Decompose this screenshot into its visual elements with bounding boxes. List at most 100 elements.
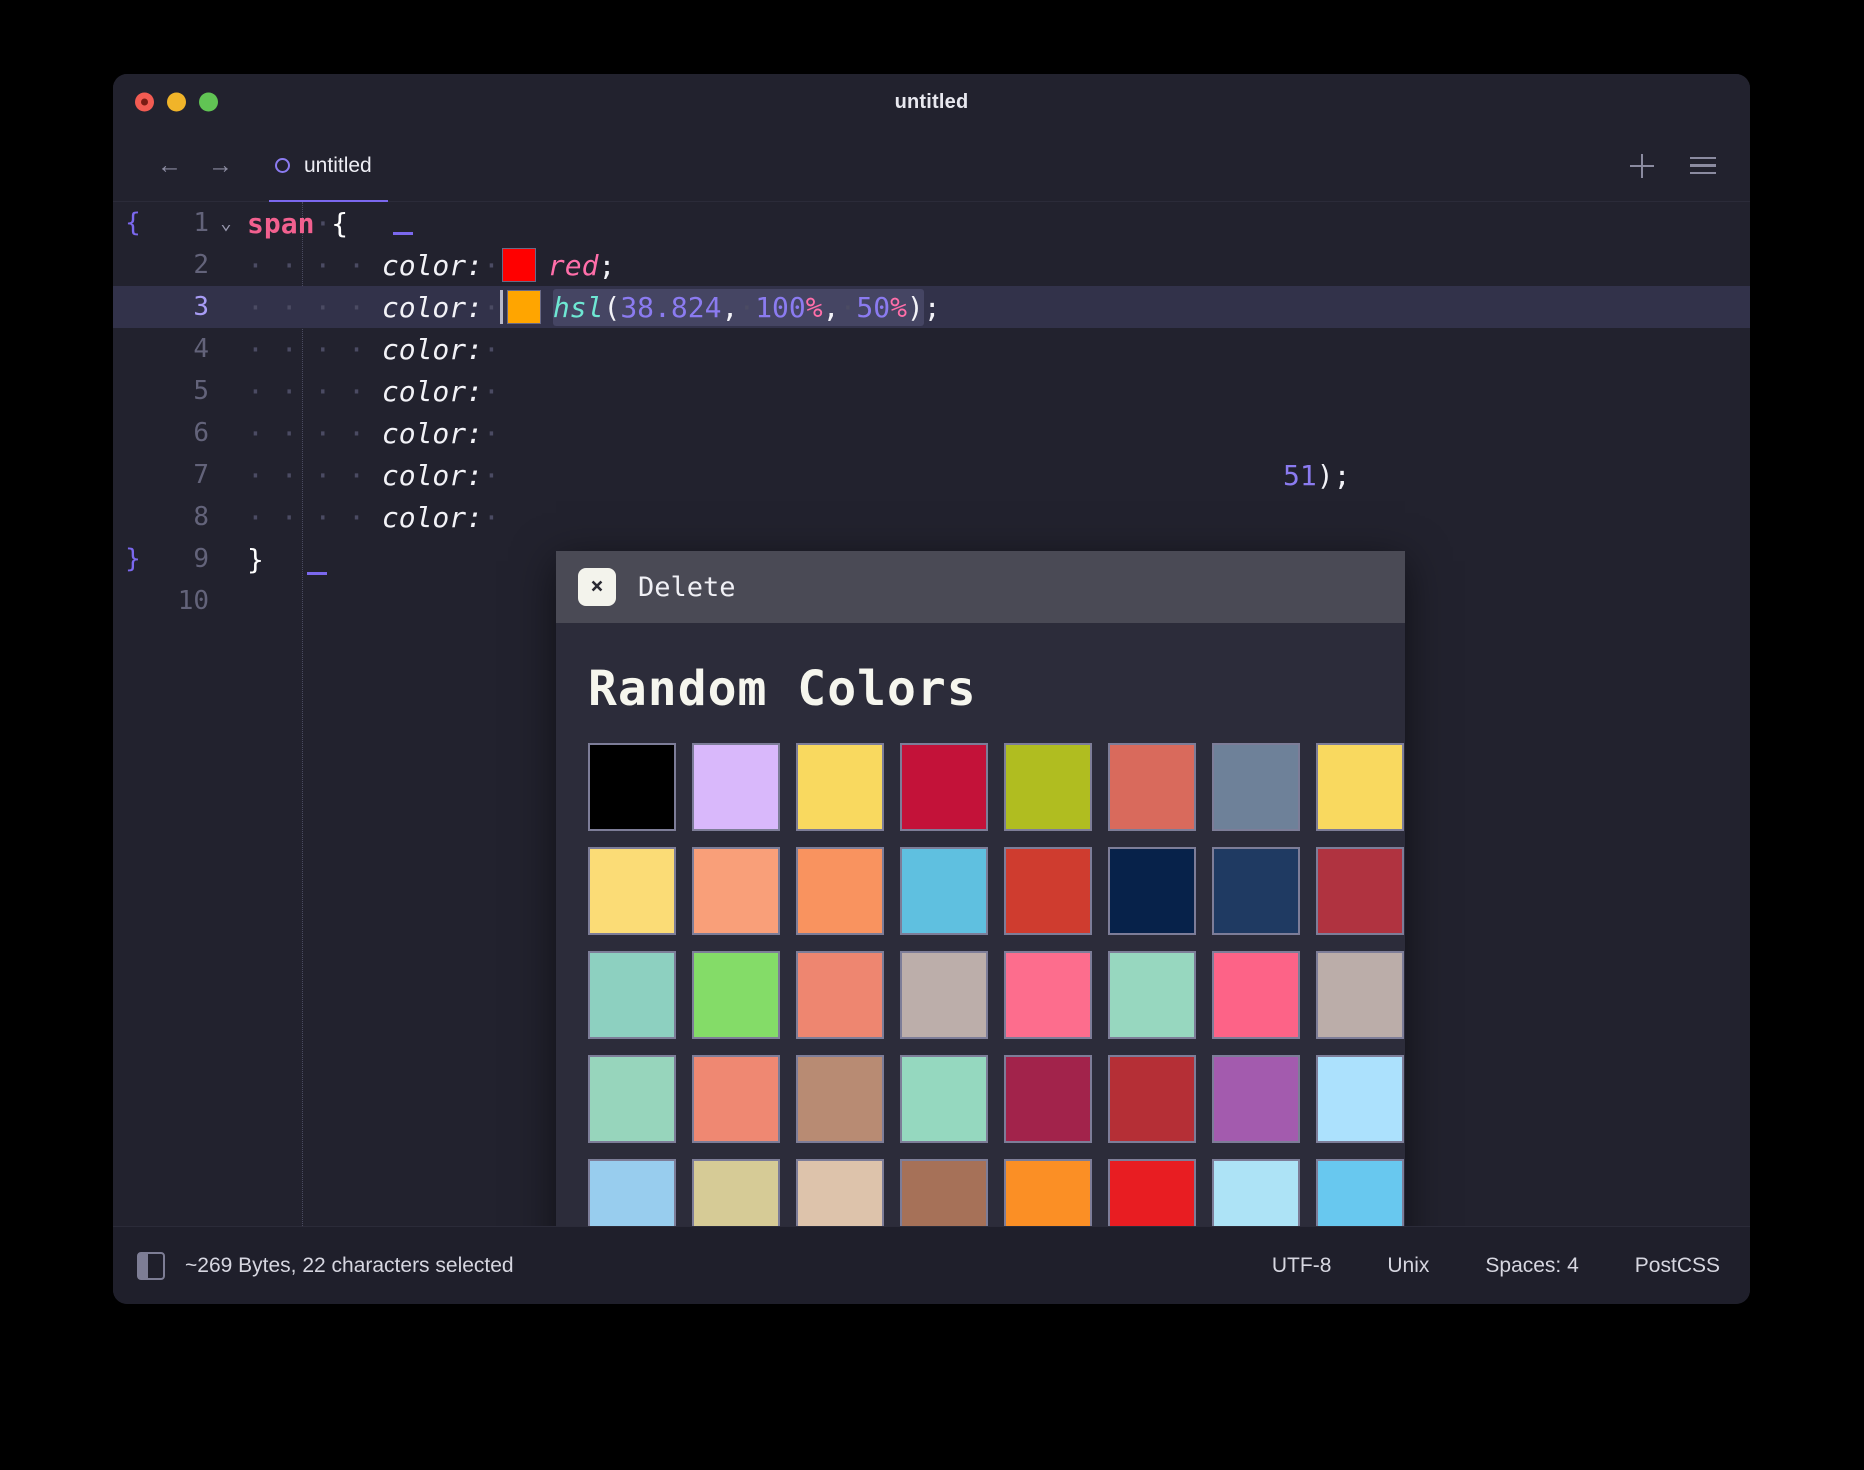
open-paren: ( [603, 291, 621, 324]
color-swatch[interactable] [1212, 847, 1300, 935]
color-swatch[interactable] [796, 1159, 884, 1226]
color-swatch[interactable] [692, 951, 780, 1039]
close-window-button[interactable] [135, 92, 154, 112]
color-swatch[interactable] [796, 951, 884, 1039]
fold-marker-close[interactable]: } [113, 544, 153, 574]
line-number: 3 [193, 292, 209, 322]
code-line[interactable]: 8 · · · · color:· [113, 496, 1750, 538]
color-swatch[interactable] [588, 847, 676, 935]
color-swatch[interactable] [1108, 1159, 1196, 1226]
code-line[interactable]: 7 · · · · color:· 51); [113, 454, 1750, 496]
indentation-label[interactable]: Spaces: 4 [1485, 1254, 1578, 1278]
css-property: color: [381, 458, 484, 492]
code-line[interactable]: 6 · · · · color:· [113, 412, 1750, 454]
color-swatch[interactable] [900, 1159, 988, 1226]
color-swatch[interactable] [1108, 1055, 1196, 1143]
code-content: · · · · color:· [243, 333, 500, 366]
color-swatch[interactable] [692, 847, 780, 935]
color-swatch[interactable] [1212, 1159, 1300, 1226]
code-line[interactable]: 2 · · · · color:· red; [113, 244, 1750, 286]
line-number: 6 [193, 418, 209, 448]
code-line[interactable]: 5 · · · · color:· [113, 370, 1750, 412]
color-swatch[interactable] [692, 743, 780, 831]
minimize-window-button[interactable] [167, 92, 186, 112]
hsl-hue: 38.824 [620, 291, 722, 324]
maximize-window-button[interactable] [199, 92, 218, 112]
indent-dots: · · · · [247, 291, 382, 324]
traffic-light-group [135, 92, 218, 112]
color-swatch[interactable] [1316, 1159, 1404, 1226]
color-swatch[interactable] [1004, 847, 1092, 935]
code-content: · · · · color:· red; [243, 248, 615, 282]
color-swatch[interactable] [796, 847, 884, 935]
new-tab-icon[interactable] [1630, 153, 1654, 178]
color-swatch[interactable] [900, 743, 988, 831]
color-swatch[interactable] [1316, 847, 1404, 935]
code-content: span·{ [243, 207, 348, 240]
code-content: · · · · color:· [243, 501, 500, 534]
color-swatch[interactable] [692, 1055, 780, 1143]
color-swatch[interactable] [588, 1159, 676, 1226]
line-ending-label[interactable]: Unix [1387, 1254, 1429, 1278]
color-swatch[interactable] [1108, 951, 1196, 1039]
color-swatch[interactable] [900, 1055, 988, 1143]
color-swatch[interactable] [588, 743, 676, 831]
popup-header: × Delete [556, 551, 1405, 623]
color-swatch[interactable] [1316, 951, 1404, 1039]
color-swatch[interactable] [1108, 743, 1196, 831]
desktop-background: untitled ← → untitled { 1 ⌄ span·{2 · ·… [0, 0, 1864, 1470]
sidebar-toggle-icon[interactable] [137, 1251, 165, 1280]
fold-marker-open[interactable]: { [113, 208, 153, 238]
color-swatch[interactable] [796, 743, 884, 831]
semicolon: ; [1333, 458, 1351, 492]
color-swatch[interactable] [588, 951, 676, 1039]
window-titlebar: untitled [113, 74, 1750, 130]
code-line-active[interactable]: 3 · · · · color:· hsl(38.824,·100%,·50%); [113, 286, 1750, 328]
matching-brace-underline [393, 232, 413, 235]
line-number: 1 [193, 208, 209, 238]
color-swatch[interactable] [1316, 1055, 1404, 1143]
chevron-down-icon[interactable]: ⌄ [209, 212, 243, 234]
whitespace-dot: · [738, 291, 756, 324]
editor-window: untitled ← → untitled { 1 ⌄ span·{2 · ·… [113, 74, 1750, 1304]
status-bar: ~269 Bytes, 22 characters selected UTF-8… [113, 1226, 1750, 1304]
indent-dots: · · · · [247, 416, 382, 450]
color-swatch[interactable] [1212, 743, 1300, 831]
tab-bar: ← → untitled [113, 130, 1750, 202]
color-swatch[interactable] [692, 1159, 780, 1226]
code-line[interactable]: 4 · · · · color:· [113, 328, 1750, 370]
comma: , [721, 291, 739, 324]
close-paren: ) [1316, 458, 1334, 492]
color-preview-swatch[interactable] [506, 290, 541, 324]
code-editor[interactable]: { 1 ⌄ span·{ 2 · · · · color:· red; 3 · ·… [113, 202, 1750, 1226]
color-preview-swatch[interactable] [501, 248, 536, 282]
color-swatch[interactable] [1212, 1055, 1300, 1143]
color-swatch[interactable] [1004, 951, 1092, 1039]
css-selector: span [247, 206, 315, 240]
hsl-saturation: 100 [755, 291, 806, 324]
syntax-label[interactable]: PostCSS [1635, 1254, 1720, 1278]
line-number: 8 [193, 502, 209, 532]
encoding-label[interactable]: UTF-8 [1272, 1254, 1332, 1278]
navigation-arrows: ← → [157, 153, 233, 178]
color-swatch[interactable] [796, 1055, 884, 1143]
css-property: color: [381, 249, 484, 282]
hsl-function-name: hsl [552, 291, 604, 324]
forward-arrow-icon[interactable]: → [208, 153, 233, 178]
hsl-lightness: 50 [856, 291, 891, 324]
close-icon[interactable]: × [578, 568, 616, 606]
color-swatch[interactable] [588, 1055, 676, 1143]
hamburger-menu-icon[interactable] [1690, 156, 1716, 175]
tab-untitled[interactable]: untitled [269, 130, 400, 202]
indent-dots: · · · · [247, 249, 382, 282]
color-swatch[interactable] [1004, 1159, 1092, 1226]
code-line[interactable]: { 1 ⌄ span·{ [113, 202, 1750, 244]
back-arrow-icon[interactable]: ← [157, 153, 182, 178]
color-swatch[interactable] [1004, 1055, 1092, 1143]
color-swatch[interactable] [1108, 847, 1196, 935]
color-swatch[interactable] [1212, 951, 1300, 1039]
color-swatch[interactable] [900, 847, 988, 935]
color-swatch[interactable] [1316, 743, 1404, 831]
color-swatch[interactable] [1004, 743, 1092, 831]
color-swatch[interactable] [900, 951, 988, 1039]
